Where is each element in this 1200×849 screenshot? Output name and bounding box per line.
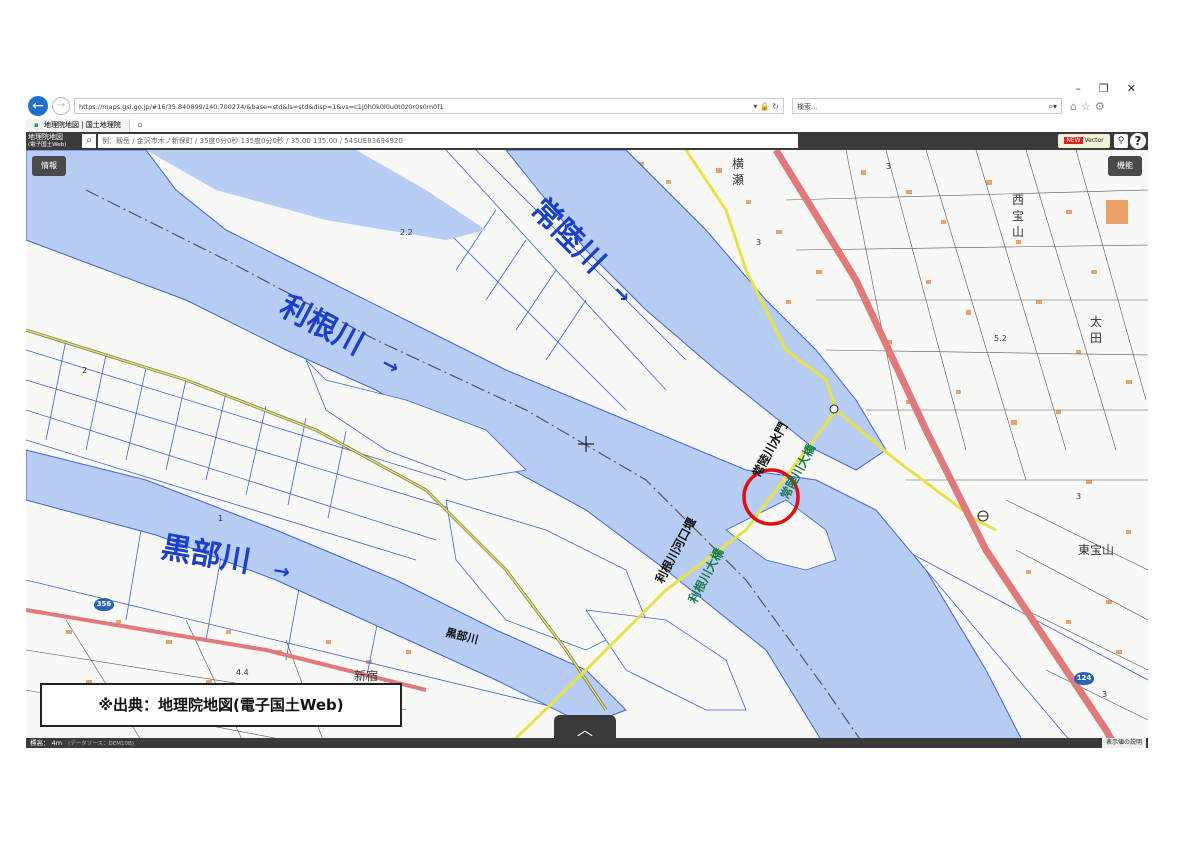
route-124-shield: 124 — [1074, 672, 1094, 685]
place-nishitakara: 西宝山 — [1012, 193, 1025, 239]
route-356-shield: 356 — [94, 598, 114, 611]
spot-height: 2 — [82, 366, 88, 375]
new-tab-button[interactable]: ▫ — [129, 118, 151, 132]
refresh-icon[interactable]: ▾ 🔒 ↻ — [753, 99, 779, 113]
place-higashitakara: 東宝山 — [1078, 543, 1115, 557]
legend-button[interactable]: 表示値の説明 — [1101, 738, 1146, 748]
spot-height: 2.2 — [400, 228, 413, 237]
tab-favicon-icon: ▪ — [34, 120, 39, 129]
forward-arrow-icon[interactable]: → — [52, 97, 70, 115]
browser-window: – ❐ ✕ ← → https://maps.gsi.go.jp/#16/35.… — [26, 80, 1148, 748]
spot-height: 5.2 — [994, 334, 1007, 343]
tab-bar: ▪ 地理院地図 | 国土地理院 ▫ — [26, 118, 1148, 133]
browser-toolbar-icons[interactable]: ⌂☆⚙ — [1070, 100, 1109, 113]
spot-height: 1 — [218, 514, 224, 523]
spot-height: 3 — [756, 238, 762, 247]
place-shin: 新宿 — [354, 669, 379, 683]
info-button[interactable]: 情報 — [32, 156, 66, 176]
url-text: https://maps.gsi.go.jp/#16/35.840899/140… — [79, 103, 444, 111]
app-logo[interactable]: 地理院地図 (電子国土Web) — [26, 133, 80, 149]
elevation-readout: 標高： 4m — [30, 739, 63, 747]
vector-button[interactable]: NEW Vector — [1058, 134, 1110, 148]
browser-search-field[interactable]: 検索... ⌕▾ — [792, 98, 1062, 114]
place-yokose: 横瀬 — [732, 157, 745, 187]
spot-height: 3 — [1102, 690, 1108, 699]
tab-gsi-map[interactable]: ▪ 地理院地図 | 国土地理院 — [26, 118, 130, 132]
place-ota: 太田 — [1090, 315, 1103, 345]
spot-height: 3 — [1076, 492, 1082, 501]
spot-height: 3 — [886, 162, 892, 171]
tab-label: 地理院地図 | 国土地理院 — [43, 120, 121, 129]
address-row: ← → https://maps.gsi.go.jp/#16/35.840899… — [26, 94, 1148, 118]
logo-main: 地理院地図 — [28, 133, 63, 141]
source-note: ※出典：地理院地図(電子国土Web) — [40, 683, 402, 727]
logo-sub: (電子国土Web) — [28, 142, 67, 148]
vector-label: Vector — [1084, 137, 1104, 144]
place-search-placeholder: 例：剱岳 / 金沢市木ノ新保町 / 35度0分0秒 135度0分0秒 / 35.… — [102, 137, 403, 145]
back-arrow-icon[interactable]: ← — [28, 96, 48, 116]
browser-search-placeholder: 検索... — [797, 103, 818, 111]
magnifier-icon[interactable]: ⌕ — [82, 134, 96, 148]
function-button[interactable]: 機能 — [1108, 156, 1142, 176]
map-view[interactable]: 情報 機能 利根川→ 常陸川→ 黒部川 → 常陸川水門 利根川河口堰 利根川大橋 … — [26, 150, 1148, 748]
paperclip-icon[interactable]: ⚲ — [1114, 134, 1128, 148]
help-icon[interactable]: ? — [1130, 133, 1146, 149]
app-toolbar: 地理院地図 (電子国土Web) ⌕ 例：剱岳 / 金沢市木ノ新保町 / 35度0… — [26, 132, 1148, 150]
spot-height: 4.4 — [236, 668, 249, 677]
url-field[interactable]: https://maps.gsi.go.jp/#16/35.840899/140… — [74, 98, 784, 114]
place-search-input[interactable]: 例：剱岳 / 金沢市木ノ新保町 / 35度0分0秒 135度0分0秒 / 35.… — [98, 134, 798, 148]
status-bar: 標高： 4m (データソース：DEM10B) 表示値の説明 — [26, 738, 1148, 748]
data-source: (データソース：DEM10B) — [68, 741, 134, 747]
search-icon[interactable]: ⌕▾ — [1049, 99, 1058, 115]
new-badge: NEW — [1064, 137, 1083, 144]
